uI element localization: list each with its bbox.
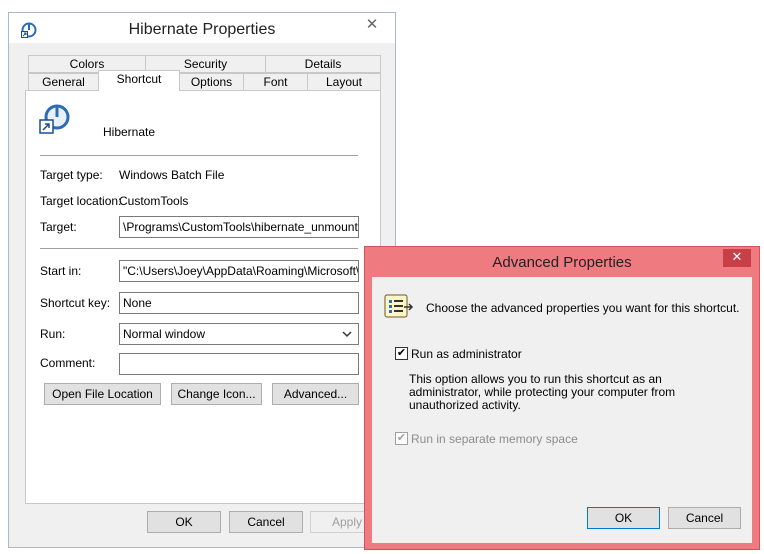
- change-icon-button[interactable]: Change Icon...: [171, 383, 262, 405]
- target-location-label: Target location:: [40, 194, 122, 208]
- comment-field[interactable]: [119, 353, 359, 375]
- tab-details[interactable]: Details: [265, 55, 381, 73]
- run-select-value: Normal window: [123, 327, 206, 341]
- divider: [40, 155, 358, 156]
- open-file-location-button[interactable]: Open File Location: [44, 383, 161, 405]
- tab-options[interactable]: Options: [179, 73, 244, 91]
- start-in-label: Start in:: [40, 264, 82, 278]
- shortcut-power-icon: [39, 104, 70, 134]
- tab-general[interactable]: General: [28, 73, 99, 91]
- close-button[interactable]: ✕: [357, 16, 387, 36]
- dialog-title: Advanced Properties: [492, 254, 632, 271]
- shortcut-key-label: Shortcut key:: [40, 296, 111, 310]
- chevron-down-icon: [342, 331, 352, 338]
- dialog-ok-button[interactable]: OK: [587, 507, 660, 529]
- window-title: Hibernate Properties: [128, 21, 276, 38]
- comment-label: Comment:: [40, 356, 96, 370]
- run-as-admin-label[interactable]: Run as administrator: [411, 347, 522, 361]
- run-label: Run:: [40, 327, 66, 341]
- advanced-properties-dialog: Advanced Properties ✕ Choose the advance…: [364, 246, 760, 550]
- checkmark-icon: ✔: [396, 347, 407, 359]
- hibernate-properties-window: Hibernate Properties ✕ Colors Security D…: [8, 12, 396, 548]
- separate-memory-label: Run in separate memory space: [411, 432, 578, 446]
- start-in-field[interactable]: "C:\Users\Joey\AppData\Roaming\Microsoft…: [119, 260, 359, 282]
- dialog-prompt: Choose the advanced properties you want …: [426, 301, 740, 315]
- tab-layout[interactable]: Layout: [307, 73, 381, 91]
- advanced-button[interactable]: Advanced...: [272, 383, 359, 405]
- divider: [40, 248, 358, 249]
- run-as-admin-checkbox[interactable]: ✔: [395, 347, 408, 360]
- target-field[interactable]: \Programs\CustomTools\hibernate_unmount.…: [119, 216, 359, 238]
- target-type-value: Windows Batch File: [119, 168, 225, 182]
- target-type-label: Target type:: [40, 168, 103, 182]
- close-icon: ✕: [365, 16, 379, 33]
- ok-button[interactable]: OK: [147, 511, 221, 533]
- checkmark-icon: ✔: [396, 432, 407, 444]
- admin-description: This option allows you to run this short…: [409, 372, 676, 412]
- tab-shortcut[interactable]: Shortcut: [98, 70, 180, 91]
- target-label: Target:: [40, 220, 77, 234]
- dialog-cancel-button[interactable]: Cancel: [668, 507, 741, 529]
- tab-font[interactable]: Font: [243, 73, 308, 91]
- main-titlebar[interactable]: Hibernate Properties ✕: [9, 13, 395, 43]
- shortcut-tab-panel: Hibernate Target type: Windows Batch Fil…: [25, 90, 381, 504]
- shortcut-key-field[interactable]: None: [119, 292, 359, 314]
- properties-list-icon: [384, 294, 414, 318]
- dialog-close-button[interactable]: ✕: [723, 249, 751, 267]
- shortcut-name: Hibernate: [103, 125, 156, 139]
- dialog-client-area: Choose the advanced properties you want …: [372, 277, 752, 543]
- target-location-value: CustomTools: [119, 194, 189, 208]
- cancel-button[interactable]: Cancel: [229, 511, 303, 533]
- run-select[interactable]: Normal window: [119, 323, 359, 345]
- separate-memory-checkbox[interactable]: ✔: [395, 432, 408, 445]
- close-icon: ✕: [731, 249, 743, 264]
